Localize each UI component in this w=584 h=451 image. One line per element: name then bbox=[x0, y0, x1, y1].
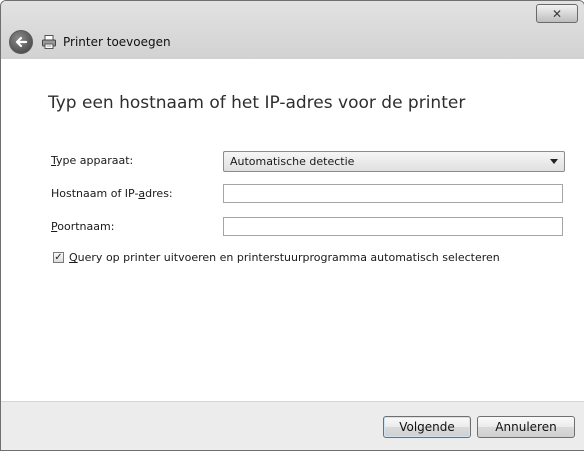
hostname-input[interactable] bbox=[223, 184, 563, 203]
port-name-label: Poortnaam: bbox=[51, 220, 115, 233]
device-type-label: Type apparaat: bbox=[51, 154, 134, 167]
content-area: Typ een hostnaam of het IP-adres voor de… bbox=[1, 59, 584, 401]
close-icon: ✕ bbox=[551, 6, 563, 21]
page-heading: Typ een hostnaam of het IP-adres voor de… bbox=[48, 93, 466, 113]
port-name-input[interactable] bbox=[223, 217, 563, 236]
device-type-value: Automatische detectie bbox=[230, 155, 355, 168]
checkmark-icon: ✓ bbox=[54, 251, 63, 263]
query-printer-checkbox[interactable]: ✓ bbox=[53, 252, 64, 263]
button-bar: Volgende Annuleren bbox=[1, 401, 584, 450]
close-button[interactable]: ✕ bbox=[536, 4, 578, 23]
title-bar: ✕ Printer toevoegen bbox=[1, 1, 584, 59]
add-printer-dialog: ✕ Printer toevoegen Typ een hostnaam of … bbox=[0, 0, 584, 451]
back-arrow-icon bbox=[15, 36, 28, 48]
query-printer-label[interactable]: Query op printer uitvoeren en printerstu… bbox=[69, 251, 500, 264]
back-button[interactable] bbox=[9, 30, 33, 54]
chevron-down-icon bbox=[550, 159, 558, 164]
cancel-button[interactable]: Annuleren bbox=[477, 416, 575, 438]
printer-icon bbox=[42, 35, 56, 49]
device-type-select[interactable]: Automatische detectie bbox=[223, 151, 565, 172]
next-button[interactable]: Volgende bbox=[383, 416, 471, 438]
hostname-label: Hostnaam of IP-adres: bbox=[51, 187, 173, 200]
window-title: Printer toevoegen bbox=[63, 35, 171, 49]
